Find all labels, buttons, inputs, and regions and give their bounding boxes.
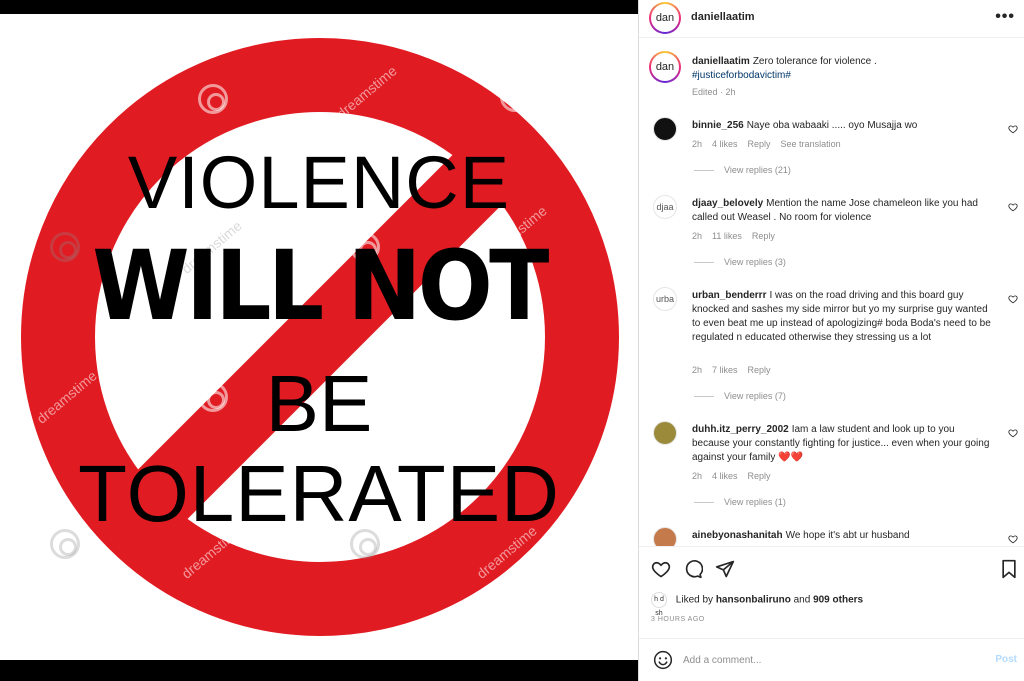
comment-meta: 2h 11 likes Reply — [692, 231, 785, 241]
comment-composer: Post — [639, 638, 1024, 681]
view-replies-button[interactable]: View replies (3) — [694, 257, 786, 267]
commenter-avatar[interactable]: djaa — [653, 195, 677, 219]
liker-username[interactable]: hansonbaliruno — [716, 595, 791, 606]
post-comment-button[interactable]: Post — [995, 654, 1017, 665]
heart-icon[interactable] — [651, 559, 671, 579]
view-replies-label: View replies (3) — [724, 257, 786, 267]
sign-text-tolerated: TOLERATED — [78, 449, 560, 538]
heart-icon[interactable] — [1008, 124, 1018, 134]
comment-text: duhh.itz_perry_2002 Iam a law student and… — [692, 423, 992, 465]
reply-button[interactable]: Reply — [748, 365, 771, 375]
comment-time: 2h — [692, 471, 703, 481]
avatar-text: dan — [651, 53, 679, 81]
post-actions-bar — [639, 546, 1024, 590]
view-replies-button[interactable]: View replies (21) — [694, 165, 791, 175]
caption-meta: Edited · 2h — [692, 87, 736, 97]
caption-body: Zero tolerance for violence . — [752, 56, 877, 67]
avatar-text: djaa — [656, 202, 674, 212]
liker-avatar[interactable]: h d sh — [651, 592, 667, 617]
bookmark-icon[interactable] — [999, 559, 1019, 579]
comment-likes[interactable]: 4 likes — [712, 139, 738, 149]
heart-icon[interactable] — [1008, 428, 1018, 438]
comment-input[interactable] — [683, 651, 973, 669]
sign-text-violence: VIOLENCE — [127, 141, 511, 224]
see-translation-button[interactable]: See translation — [781, 139, 841, 149]
comment-meta: 2h 4 likes Reply See translation — [692, 139, 851, 149]
reply-button[interactable]: Reply — [752, 231, 775, 241]
avatar-text: urba — [655, 294, 674, 304]
heart-icon[interactable] — [1008, 534, 1018, 544]
comments-list[interactable]: dan daniellaatim Zero tolerance for viole… — [639, 39, 1024, 546]
comment-time: 2h — [692, 231, 703, 241]
likes-and: and — [793, 594, 811, 606]
reply-button[interactable]: Reply — [748, 471, 771, 481]
likes-summary: h d sh Liked by hansonbaliruno and 909 o… — [651, 592, 863, 617]
comment-username[interactable]: binnie_256 — [692, 120, 744, 131]
caption-hashtag[interactable]: #justiceforbodavictim# — [692, 70, 791, 81]
comment-username[interactable]: urban_benderrr — [692, 290, 766, 301]
commenter-avatar[interactable]: urba — [653, 287, 677, 311]
comment-time: 2h — [692, 365, 703, 375]
comment-body: Naye oba wabaaki ..... oyo Musajja wo — [746, 120, 918, 131]
commenter-avatar[interactable] — [653, 421, 677, 445]
comment-meta: 2h 4 likes Reply — [692, 471, 781, 481]
commenter-avatar[interactable] — [653, 527, 677, 546]
view-replies-button[interactable]: View replies (1) — [694, 497, 786, 507]
comment-body: We hope it's abt ur husband — [785, 530, 910, 541]
emoji-icon[interactable] — [653, 650, 673, 670]
caption-text: daniellaatim Zero tolerance for violence … — [692, 55, 992, 83]
view-replies-label: View replies (21) — [724, 165, 791, 175]
view-replies-button[interactable]: View replies (7) — [694, 391, 786, 401]
likes-text: Liked by hansonbaliruno and 909 others — [676, 595, 863, 606]
comment-text: djaay_belovely Mention the name Jose cham… — [692, 197, 992, 225]
caption-avatar[interactable]: dan — [649, 51, 681, 83]
reply-button[interactable]: Reply — [748, 139, 771, 149]
watermark-logo — [198, 84, 228, 114]
comment-likes[interactable]: 11 likes — [712, 231, 742, 241]
comment-text: ainebyonashanitah We hope it's abt ur hus… — [692, 529, 992, 543]
comment-likes[interactable]: 4 likes — [712, 471, 738, 481]
post-timestamp: 3 HOURS AGO — [651, 616, 705, 623]
post-side-panel: dan daniellaatim ••• dan daniellaatim Zer… — [638, 0, 1024, 681]
post-image[interactable]: dreamstime dreamstime dreamstime dreamst… — [0, 14, 638, 660]
commenter-avatar[interactable] — [653, 117, 677, 141]
comment-icon[interactable] — [683, 559, 703, 579]
likes-others-link[interactable]: 909 others — [813, 595, 863, 606]
comment-username[interactable]: duhh.itz_perry_2002 — [692, 424, 789, 435]
view-replies-label: View replies (1) — [724, 497, 786, 507]
likes-prefix: Liked by — [675, 594, 714, 606]
comment-username[interactable]: djaay_belovely — [692, 198, 763, 209]
watermark-logo — [500, 82, 530, 112]
more-horizontal-icon[interactable]: ••• — [995, 8, 1015, 26]
comment-likes[interactable]: 7 likes — [712, 365, 738, 375]
caption-username[interactable]: daniellaatim — [692, 56, 750, 67]
heart-icon[interactable] — [1008, 294, 1018, 304]
comment-text: binnie_256 Naye oba wabaaki ..... oyo Mus… — [692, 119, 992, 133]
header-username[interactable]: daniellaatim — [691, 11, 755, 23]
heart-emoji: ❤️❤️ — [778, 452, 804, 463]
post-header: dan daniellaatim ••• — [639, 0, 1024, 38]
share-icon[interactable] — [715, 559, 735, 579]
comment-meta: 2h 7 likes Reply — [692, 365, 781, 375]
post-image-pane: dreamstime dreamstime dreamstime dreamst… — [0, 0, 638, 681]
sign-text-will-not: WILL NOT — [92, 230, 549, 342]
comment-text: urban_benderrr I was on the road driving … — [692, 289, 992, 345]
view-replies-label: View replies (7) — [724, 391, 786, 401]
sign-text-be: BE — [265, 359, 373, 448]
avatar[interactable]: dan — [649, 2, 681, 34]
comment-username[interactable]: ainebyonashanitah — [692, 530, 783, 541]
heart-icon[interactable] — [1008, 202, 1018, 212]
comment-time: 2h — [692, 139, 703, 149]
avatar-text: dan — [651, 4, 679, 32]
